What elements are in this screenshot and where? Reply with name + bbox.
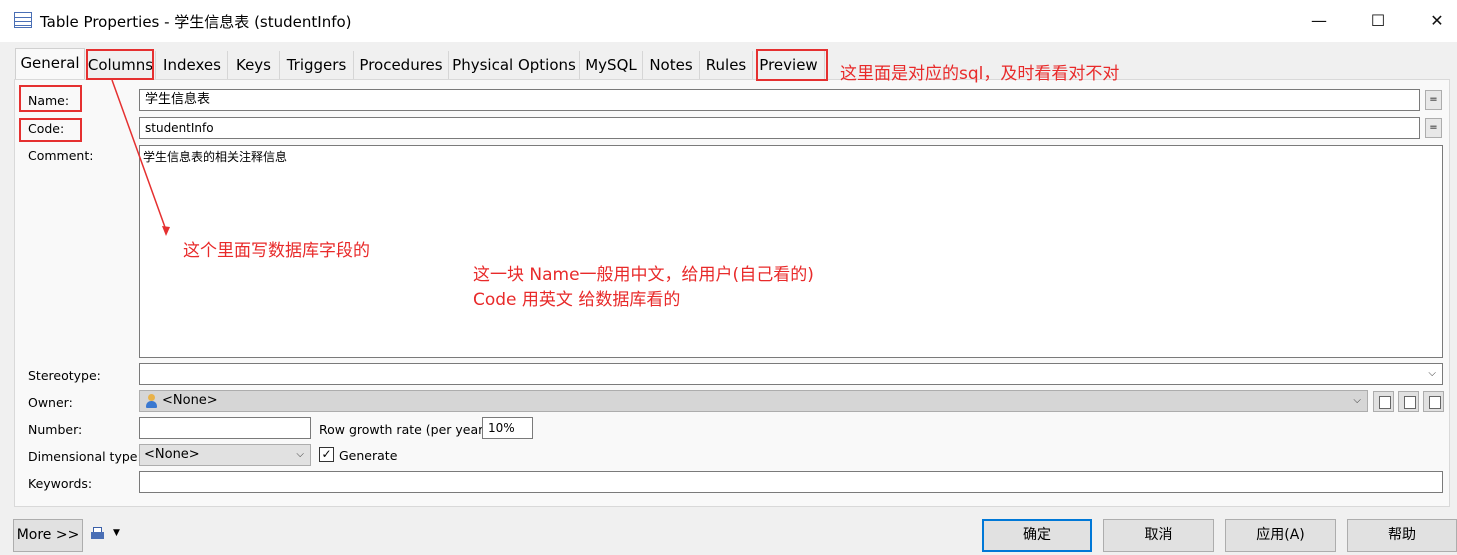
columns-note: 这个里面写数据库字段的 <box>183 241 370 261</box>
preview-note: 这里面是对应的sql，及时看看对不对 <box>840 64 1120 84</box>
name-code-note-line2: Code 用英文 给数据库看的 <box>473 290 681 310</box>
name-code-note-line1: 这一块 Name一般用中文，给用户(自己看的) <box>473 265 814 285</box>
tab-general[interactable]: General <box>15 48 85 79</box>
